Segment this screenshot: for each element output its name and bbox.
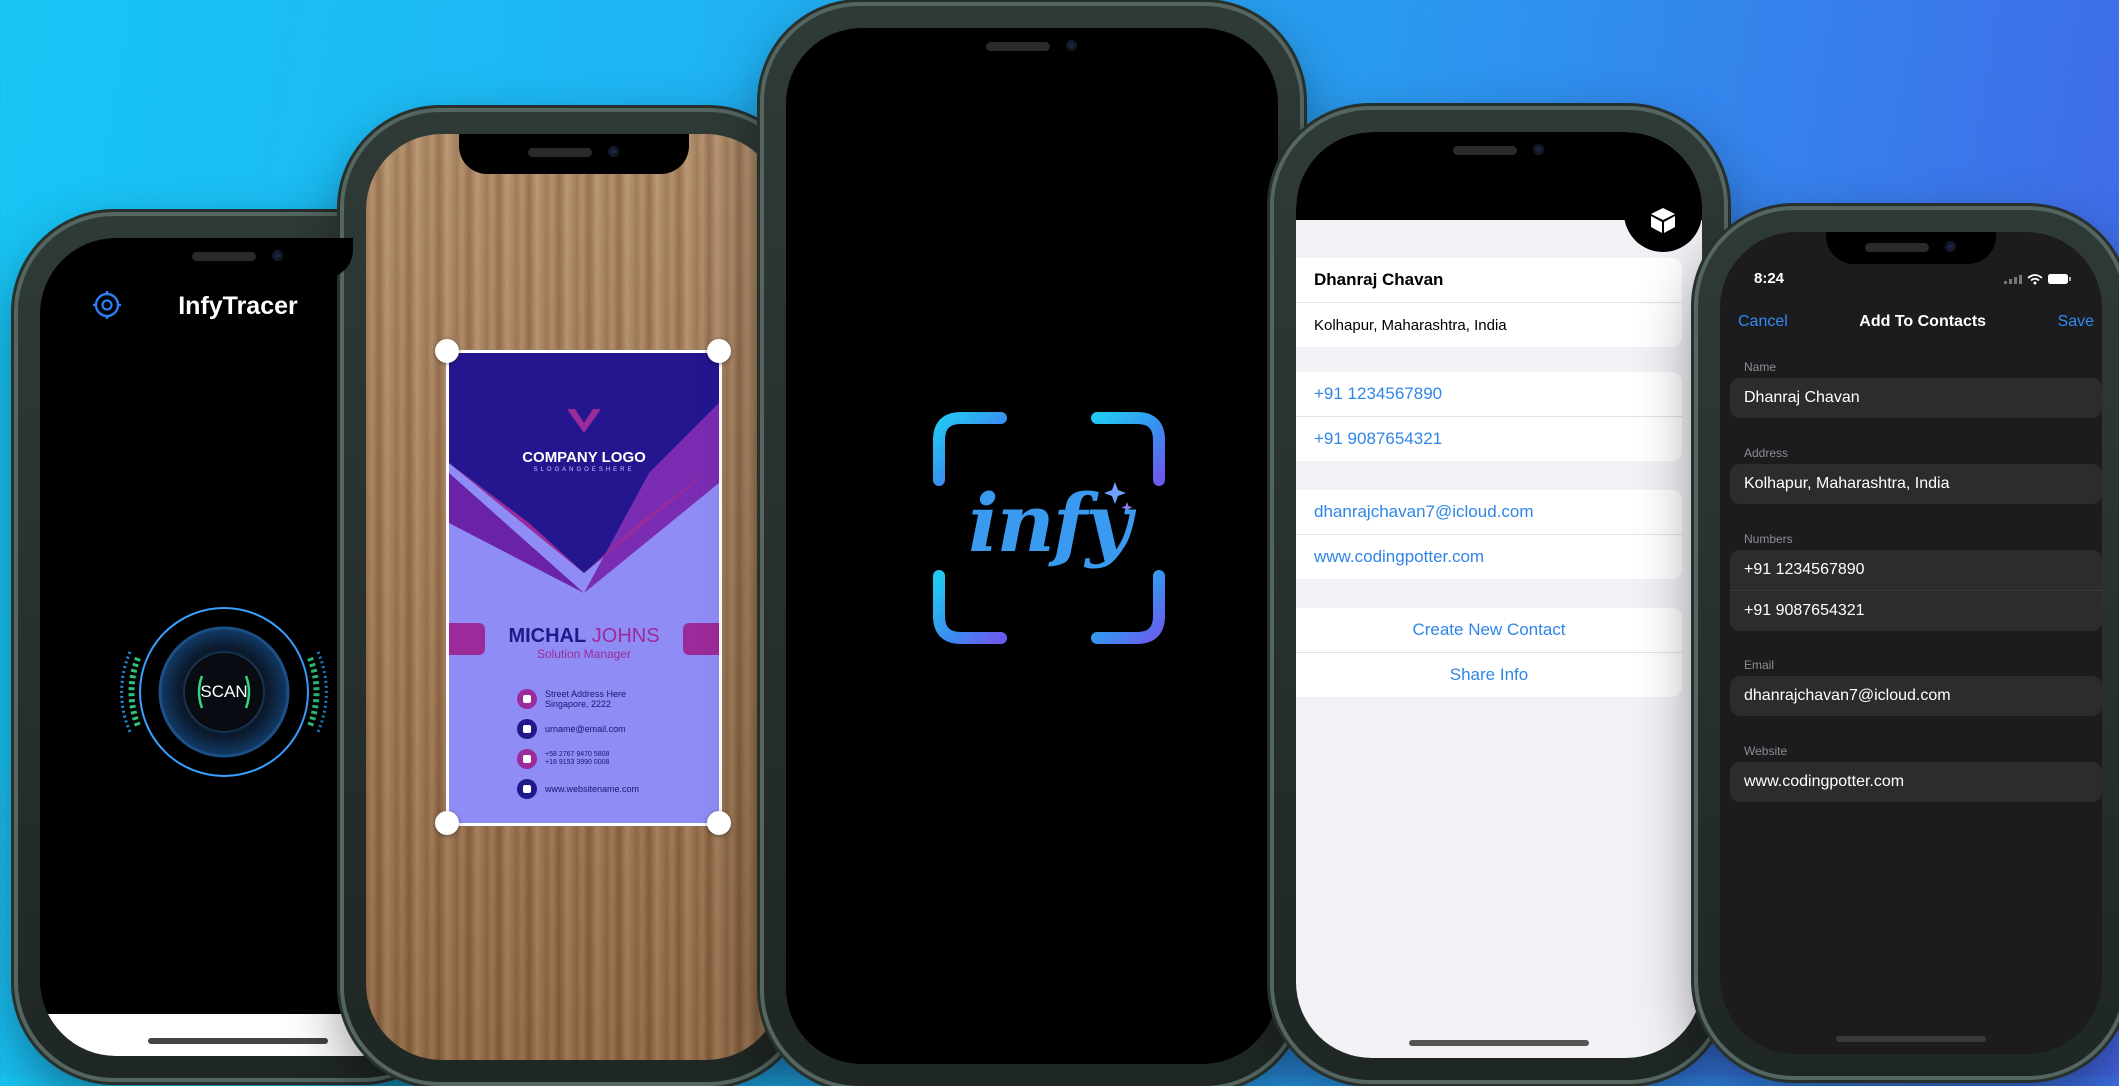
cancel-button[interactable]: Cancel <box>1738 313 1788 331</box>
website-link[interactable]: www.codingpotter.com <box>1296 534 1682 579</box>
email-send-icon <box>517 719 537 739</box>
home-indicator <box>1836 1036 1986 1042</box>
signal-icon <box>2004 275 2022 284</box>
info-group-name: Dhanraj Chavan Kolhapur, Maharashtra, In… <box>1296 258 1682 347</box>
crop-handle-bottom-left[interactable] <box>435 811 459 835</box>
home-icon <box>517 689 537 709</box>
email-field[interactable]: dhanrajchavan7@icloud.com <box>1730 676 2102 716</box>
infy-logo: infy <box>931 410 1167 646</box>
add-contact-sheet: Cancel Add To Contacts Save Name Dhanraj… <box>1730 296 2102 1054</box>
card-company: COMPANY LOGO <box>522 449 646 466</box>
card-name-line: MICHAL JOHNS <box>449 625 719 648</box>
phone-screen: COMPANY LOGO SLOGANGOESHERE MICHAL JOHNS… <box>366 134 782 1060</box>
status-icons <box>2004 274 2071 285</box>
scan-button-label: SCAN <box>200 682 248 701</box>
crop-handle-top-left[interactable] <box>435 339 459 363</box>
address-label: Address <box>1744 446 1789 460</box>
website-value[interactable]: www.codingpotter.com <box>1730 762 2102 802</box>
website-label: Website <box>1744 744 1788 758</box>
phone-screen: 8:24 Cancel Add To Contacts Save Name Dh… <box>1720 232 2102 1054</box>
phone-notch <box>1384 132 1614 172</box>
card-phone-line1: +58 2767 9470 5808 <box>545 751 610 758</box>
phone-icon <box>517 749 537 769</box>
crop-handle-top-right[interactable] <box>707 339 731 363</box>
scan-control[interactable]: SCAN <box>110 578 338 806</box>
email-value[interactable]: dhanrajchavan7@icloud.com <box>1730 676 2102 716</box>
phone-screen: infy <box>786 28 1278 1064</box>
website-field[interactable]: www.codingpotter.com <box>1730 762 2102 802</box>
card-role: Solution Manager <box>536 647 632 661</box>
number-value-1[interactable]: +91 1234567890 <box>1730 550 2102 590</box>
phone-number-2[interactable]: +91 9087654321 <box>1296 416 1682 461</box>
numbers-field[interactable]: +91 1234567890 +91 9087654321 <box>1730 550 2102 631</box>
sheet-title: Add To Contacts <box>1859 313 1987 330</box>
card-last-name: JOHNS <box>591 625 660 647</box>
create-new-contact-button[interactable]: Create New Contact <box>1296 608 1682 652</box>
business-card-image: COMPANY LOGO SLOGANGOESHERE MICHAL JOHNS… <box>446 350 722 826</box>
name-label: Name <box>1744 360 1777 374</box>
numbers-label: Numbers <box>1744 532 1793 546</box>
ar-cube-icon <box>1651 208 1675 233</box>
phone-splash: infy <box>764 6 1300 1086</box>
phone-notch <box>897 28 1167 68</box>
wifi-icon <box>2027 274 2043 282</box>
phone-notch <box>123 238 353 278</box>
crop-handle-bottom-right[interactable] <box>707 811 731 835</box>
card-website-row: www.websitename.com <box>517 779 639 799</box>
address-value[interactable]: Kolhapur, Maharashtra, India <box>1730 464 2102 504</box>
info-group-phones: +91 1234567890 +91 9087654321 <box>1296 372 1682 461</box>
email-link[interactable]: dhanrajchavan7@icloud.com <box>1296 490 1682 534</box>
status-time: 8:24 <box>1754 270 1785 287</box>
info-group-web: dhanrajchavan7@icloud.com www.codingpott… <box>1296 490 1682 579</box>
phone-add-contact: 8:24 Cancel Add To Contacts Save Name Dh… <box>1698 210 2119 1076</box>
phone-card-crop: COMPANY LOGO SLOGANGOESHERE MICHAL JOHNS… <box>344 112 804 1082</box>
battery-icon <box>2048 274 2068 284</box>
phone-notch <box>1826 232 1996 264</box>
number-value-2[interactable]: +91 9087654321 <box>1730 590 2102 631</box>
contact-address: Kolhapur, Maharashtra, India <box>1296 302 1682 347</box>
card-phone-row: +58 2767 9470 5808 +18 9153 3990 0008 <box>517 749 609 769</box>
save-button[interactable]: Save <box>2058 313 2094 331</box>
phone-screen: Dhanraj Chavan Kolhapur, Maharashtra, In… <box>1296 132 1702 1058</box>
address-field[interactable]: Kolhapur, Maharashtra, India <box>1730 464 2102 504</box>
card-email: urname@email.com <box>545 724 626 734</box>
card-first-name: MICHAL <box>508 625 587 647</box>
home-indicator <box>1409 1040 1589 1046</box>
name-value[interactable]: Dhanraj Chavan <box>1730 378 2102 418</box>
card-slogan: SLOGANGOESHERE <box>533 467 635 473</box>
card-email-row: urname@email.com <box>517 719 626 739</box>
globe-icon <box>517 779 537 799</box>
sheet-nav-bar: Cancel Add To Contacts Save <box>1730 296 2102 348</box>
email-label: Email <box>1744 658 1775 672</box>
card-phone-line2: +18 9153 3990 0008 <box>545 759 610 766</box>
phone-notch <box>459 134 689 174</box>
home-indicator <box>148 1038 328 1044</box>
action-group: Create New Contact Share Info <box>1296 608 1682 697</box>
ar-view-button[interactable] <box>1624 188 1702 252</box>
card-address-row: Street Address Here Singapore, 2222 <box>517 689 626 709</box>
contact-name: Dhanraj Chavan <box>1314 270 1444 289</box>
logo-text: infy <box>968 476 1131 570</box>
name-field[interactable]: Dhanraj Chavan <box>1730 378 2102 418</box>
share-info-button[interactable]: Share Info <box>1296 652 1682 697</box>
phone-number-1[interactable]: +91 1234567890 <box>1296 372 1682 416</box>
phone-contact-details: Dhanraj Chavan Kolhapur, Maharashtra, In… <box>1274 110 1724 1080</box>
card-address-line1: Street Address Here <box>545 689 627 699</box>
card-website: www.websitename.com <box>545 784 640 794</box>
card-address-line2: Singapore, 2222 <box>545 699 612 709</box>
